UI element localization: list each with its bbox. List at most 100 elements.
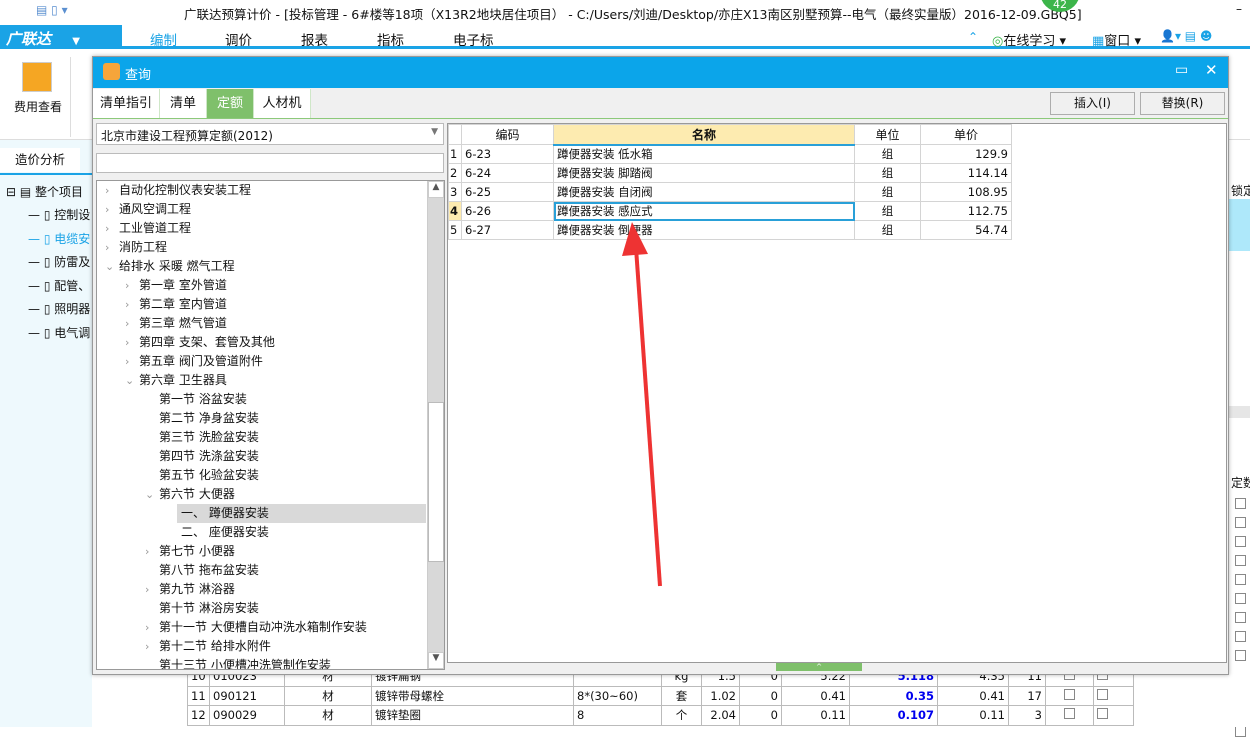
chevron-right-icon[interactable]: › bbox=[125, 295, 139, 314]
tree-node[interactable]: › 第九节 淋浴器 bbox=[145, 580, 235, 599]
tree-node[interactable]: 第四节 洗涤盆安装 bbox=[145, 447, 259, 466]
tree-node[interactable]: › 第三章 燃气管道 bbox=[125, 314, 227, 333]
tree-node[interactable]: 第三节 洗脸盆安装 bbox=[145, 428, 259, 447]
library-select[interactable]: 北京市建设工程预算定额(2012) ▼ bbox=[96, 123, 444, 145]
collapse-icon[interactable]: ⌃ bbox=[968, 30, 978, 44]
search-input[interactable] bbox=[96, 153, 444, 173]
table-row[interactable]: 1 6-23 蹲便器安装 低水箱组 129.9 bbox=[448, 144, 1012, 164]
table-row[interactable]: 3 6-25 蹲便器安装 自闭阀组 108.95 bbox=[448, 182, 1012, 202]
tab-cost-analysis[interactable]: 造价分析 bbox=[0, 148, 80, 172]
chevron-right-icon[interactable]: › bbox=[125, 314, 139, 333]
chevron-right-icon[interactable]: › bbox=[125, 352, 139, 371]
scroll-down-icon[interactable]: ▼ bbox=[428, 652, 444, 669]
header-name[interactable]: 名称 bbox=[553, 124, 855, 146]
checkbox[interactable] bbox=[1064, 708, 1075, 720]
online-learning-button[interactable]: ◎在线学习 ▾ bbox=[992, 30, 1066, 49]
tree-node[interactable]: ⌄ 第六节 大便器 bbox=[145, 485, 235, 504]
chevron-right-icon[interactable]: › bbox=[145, 542, 159, 561]
tree-node[interactable]: › 通风空调工程 bbox=[105, 200, 191, 219]
tab-ebid[interactable]: 电子标 bbox=[453, 29, 494, 49]
checkbox[interactable] bbox=[1235, 631, 1246, 642]
table-row[interactable]: 4 6-26 蹲便器安装 感应式组 112.75 bbox=[448, 201, 1012, 221]
checkbox[interactable] bbox=[1235, 574, 1246, 585]
tree-node[interactable]: › 第十二节 给排水附件 bbox=[145, 637, 271, 656]
splitter-handle[interactable]: ^ bbox=[776, 663, 862, 671]
checkbox[interactable] bbox=[1235, 593, 1246, 604]
checkbox[interactable] bbox=[1064, 688, 1075, 700]
chevron-right-icon[interactable]: › bbox=[145, 637, 159, 656]
chevron-right-icon[interactable]: › bbox=[145, 580, 159, 599]
header-price[interactable]: 单价 bbox=[920, 124, 1012, 145]
tab-labor-material[interactable]: 人材机 bbox=[254, 89, 311, 118]
tree-node[interactable]: 第一节 浴盆安装 bbox=[145, 390, 247, 409]
chevron-down-icon[interactable]: ⌄ bbox=[145, 485, 159, 504]
table-row[interactable]: 11 090121 材镀锌带母螺栓 8*(30~60) 套 1.02 0 0.41 0.35 0.… bbox=[187, 685, 1134, 706]
tree-scrollbar[interactable]: ▲ ▼ bbox=[427, 181, 444, 669]
checkbox[interactable] bbox=[1235, 536, 1246, 547]
checkbox[interactable] bbox=[1235, 650, 1246, 661]
tree-node[interactable]: › 第一章 室外管道 bbox=[125, 276, 227, 295]
chevron-right-icon[interactable]: › bbox=[105, 200, 119, 219]
chevron-right-icon[interactable]: › bbox=[105, 238, 119, 257]
tab-list[interactable]: 清单 bbox=[160, 89, 207, 118]
table-row[interactable]: 12 090029 材镀锌垫圈 8 个 2.04 0 0.11 0.107 0.11 3 bbox=[187, 705, 1134, 726]
insert-button[interactable]: 插入(I) bbox=[1050, 92, 1135, 115]
tree-node[interactable]: › 第七节 小便器 bbox=[145, 542, 235, 561]
checkbox[interactable] bbox=[1235, 612, 1246, 623]
scroll-up-icon[interactable]: ▲ bbox=[428, 181, 444, 198]
checkbox[interactable] bbox=[1097, 708, 1108, 720]
quick-access-icon[interactable]: ▤ ▯ ▾ bbox=[36, 3, 68, 17]
chevron-right-icon[interactable]: › bbox=[125, 333, 139, 352]
tree-node[interactable]: 第十三节 小便槽冲洗管制作安装 bbox=[145, 656, 331, 669]
fee-view-button[interactable]: 费用查看 bbox=[14, 98, 62, 115]
tree-node[interactable]: 第二节 净身盆安装 bbox=[145, 409, 259, 428]
checkbox[interactable] bbox=[1235, 726, 1246, 737]
header-code[interactable]: 编码 bbox=[461, 124, 554, 145]
scroll-thumb[interactable] bbox=[428, 402, 444, 562]
tab-quota[interactable]: 定额 bbox=[207, 89, 254, 118]
tree-node[interactable]: › 消防工程 bbox=[105, 238, 167, 257]
tree-node[interactable]: 一、 蹲便器安装 bbox=[177, 504, 426, 523]
tree-node[interactable]: ⌄ 第六章 卫生器具 bbox=[125, 371, 227, 390]
checkbox[interactable] bbox=[1235, 555, 1246, 566]
table-row[interactable]: 2 6-24 蹲便器安装 脚踏阀组 114.14 bbox=[448, 163, 1012, 183]
project-tree-item[interactable]: — ▯ 电缆安 bbox=[28, 230, 90, 247]
chevron-down-icon[interactable]: ⌄ bbox=[105, 257, 119, 276]
close-icon[interactable]: ✕ bbox=[1205, 61, 1218, 79]
checkbox-cell[interactable] bbox=[1045, 705, 1094, 726]
project-tree-item[interactable]: — ▯ 配管、 bbox=[28, 277, 90, 294]
chevron-right-icon[interactable]: › bbox=[125, 276, 139, 295]
checkbox[interactable] bbox=[1235, 498, 1246, 509]
tree-node[interactable]: › 第四章 支架、套管及其他 bbox=[125, 333, 275, 352]
tree-node[interactable]: › 工业管道工程 bbox=[105, 219, 191, 238]
chevron-right-icon[interactable]: › bbox=[105, 219, 119, 238]
tree-node[interactable]: › 第十一节 大便槽自动冲洗水箱制作安装 bbox=[145, 618, 367, 637]
header-unit[interactable]: 单位 bbox=[854, 124, 921, 145]
project-tree-item[interactable]: — ▯ 控制设 bbox=[28, 206, 90, 223]
tab-index[interactable]: 指标 bbox=[377, 29, 404, 49]
checkbox-cell[interactable] bbox=[1045, 685, 1094, 706]
tab-report[interactable]: 报表 bbox=[301, 29, 328, 49]
project-tree-item[interactable]: — ▯ 照明器 bbox=[28, 300, 90, 317]
minimize-icon[interactable]: – bbox=[1236, 2, 1242, 16]
chevron-down-icon[interactable]: ⌄ bbox=[125, 371, 139, 390]
project-tree-item[interactable]: — ▯ 防雷及 bbox=[28, 253, 90, 270]
project-tree-item[interactable]: — ▯ 电气调 bbox=[28, 324, 90, 341]
chevron-right-icon[interactable]: › bbox=[105, 181, 119, 200]
tree-node[interactable]: › 第二章 室内管道 bbox=[125, 295, 227, 314]
tree-node[interactable]: ⌄ 给排水 采暖 燃气工程 bbox=[105, 257, 235, 276]
tab-adjust[interactable]: 调价 bbox=[225, 29, 252, 49]
tree-node[interactable]: › 自动化控制仪表安装工程 bbox=[105, 181, 251, 200]
table-row[interactable]: 5 6-27 蹲便器安装 倒便器组 54.74 bbox=[448, 220, 1012, 240]
user-icon[interactable]: 👤▾ ▤ ☻ bbox=[1160, 29, 1212, 43]
app-menu-button[interactable]: 广联达 ▼ bbox=[0, 25, 122, 49]
checkbox[interactable] bbox=[1097, 688, 1108, 700]
window-menu-button[interactable]: ▦窗口 ▾ bbox=[1092, 30, 1141, 49]
tree-node[interactable]: 二、 座便器安装 bbox=[181, 523, 269, 542]
replace-button[interactable]: 替换(R) bbox=[1140, 92, 1225, 115]
tab-list-guide[interactable]: 清单指引 bbox=[93, 89, 160, 118]
checkbox[interactable] bbox=[1235, 517, 1246, 528]
maximize-icon[interactable]: ▭ bbox=[1175, 62, 1188, 78]
tree-root[interactable]: ⊟ ▤ 整个项目 bbox=[6, 183, 83, 200]
chevron-right-icon[interactable]: › bbox=[145, 618, 159, 637]
